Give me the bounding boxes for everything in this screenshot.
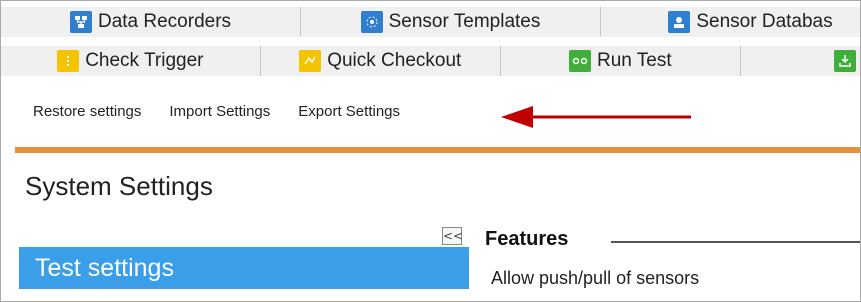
tab-sensor-database[interactable]: Sensor Databas <box>601 7 860 37</box>
app-window: Data Recorders Sensor Templates Sensor D… <box>0 0 861 302</box>
tab-quick-checkout[interactable]: Quick Checkout <box>261 46 501 76</box>
tab-label: Run Test <box>597 50 672 71</box>
settings-menu: Restore settings Import Settings Export … <box>33 103 400 120</box>
tab-download[interactable]: Do <box>741 46 860 76</box>
tab-run-test[interactable]: Run Test <box>501 46 741 76</box>
tab-data-recorders[interactable]: Data Recorders <box>1 7 301 37</box>
setting-allow-push-pull-label: Allow push/pull of sensors <box>491 268 700 288</box>
tab-label: Data Recorders <box>97 11 232 32</box>
tab-label: Sensor Databas <box>696 11 833 32</box>
sensor-templates-icon <box>360 11 383 33</box>
import-settings-link[interactable]: Import Settings <box>169 103 270 120</box>
page-title: System Settings <box>25 171 213 201</box>
restore-settings-link[interactable]: Restore settings <box>33 103 141 120</box>
data-recorders-icon <box>69 11 92 33</box>
quick-checkout-icon <box>299 50 322 72</box>
nav-item-test-settings[interactable]: Test settings <box>19 247 469 289</box>
tab-row-top: Data Recorders Sensor Templates Sensor D… <box>1 7 860 37</box>
run-test-icon <box>569 50 592 72</box>
sensor-database-icon <box>668 11 691 33</box>
check-trigger-icon <box>57 50 80 72</box>
tab-label: Check Trigger <box>85 50 204 71</box>
export-settings-link[interactable]: Export Settings <box>298 103 400 120</box>
features-heading: Features <box>485 228 569 250</box>
tab-sensor-templates[interactable]: Sensor Templates <box>301 7 601 37</box>
collapse-panel-button[interactable]: << <box>442 227 463 245</box>
annotation-arrow-icon <box>501 106 691 128</box>
tab-label: Sensor Templates <box>388 11 541 32</box>
accent-bar <box>15 147 860 153</box>
tab-row-bottom: Check Trigger Quick Checkout Run Test <box>1 46 860 76</box>
tab-check-trigger[interactable]: Check Trigger <box>1 46 261 76</box>
tab-label: Quick Checkout <box>327 50 462 71</box>
section-divider <box>611 241 860 243</box>
download-icon <box>834 50 857 72</box>
